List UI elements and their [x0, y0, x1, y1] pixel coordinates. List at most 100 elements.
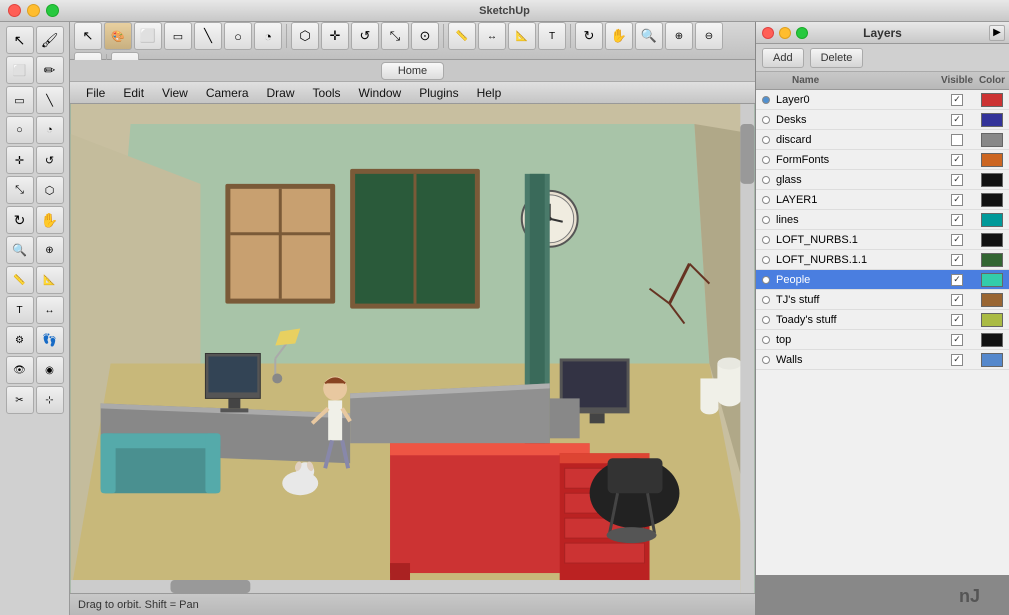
line-btn[interactable]: ╲ — [194, 22, 222, 50]
menu-item-edit[interactable]: Edit — [115, 84, 152, 102]
tape-btn[interactable]: 📏 — [448, 22, 476, 50]
line-tool[interactable]: ╲ — [36, 86, 64, 114]
menu-item-tools[interactable]: Tools — [305, 84, 349, 102]
layer-row[interactable]: Desks — [756, 110, 1009, 130]
layer-visible-checkbox[interactable] — [937, 214, 977, 226]
move-tool[interactable]: ✛ — [6, 146, 34, 174]
rect-btn[interactable]: ▭ — [164, 22, 192, 50]
axes-tool[interactable]: ⊹ — [36, 386, 64, 414]
layer-visible-checkbox[interactable] — [937, 314, 977, 326]
layer-visible-checkbox[interactable] — [937, 134, 977, 146]
pan-btn[interactable]: ✋ — [605, 22, 633, 50]
walk-tool[interactable]: 👣 — [36, 326, 64, 354]
layer-row[interactable]: top — [756, 330, 1009, 350]
layer-color-swatch[interactable] — [981, 193, 1003, 207]
push-pull-tool[interactable]: ⬡ — [36, 176, 64, 204]
layer-row[interactable]: discard — [756, 130, 1009, 150]
orbit-btn[interactable]: ↻ — [575, 22, 603, 50]
scale-btn[interactable]: ⤡ — [381, 22, 409, 50]
menu-item-view[interactable]: View — [154, 84, 196, 102]
arc-tool[interactable]: ◔ — [36, 116, 64, 144]
look-around-tool[interactable]: ◉ — [36, 356, 64, 384]
dim-btn[interactable]: ↔ — [478, 22, 506, 50]
layers-delete-button[interactable]: Delete — [810, 48, 864, 68]
rotate-btn[interactable]: ↺ — [351, 22, 379, 50]
paint-tool[interactable]: 🖌 — [36, 26, 64, 54]
eraser-btn[interactable]: ⬜ — [134, 22, 162, 50]
layer-color-swatch[interactable] — [981, 233, 1003, 247]
layer-visible-checkbox[interactable] — [937, 194, 977, 206]
layer-visible-checkbox[interactable] — [937, 294, 977, 306]
offset-btn[interactable]: ⊙ — [411, 22, 439, 50]
menu-item-window[interactable]: Window — [351, 84, 410, 102]
push-pull-btn[interactable]: ⬡ — [291, 22, 319, 50]
dimension-tool[interactable]: ↔ — [36, 296, 64, 324]
zoom-tool[interactable]: 🔍 — [6, 236, 34, 264]
rectangle-tool[interactable]: ▭ — [6, 86, 34, 114]
pencil-tool[interactable]: ✏ — [36, 56, 64, 84]
move-btn[interactable]: ✛ — [321, 22, 349, 50]
layers-close[interactable] — [762, 27, 774, 39]
scale-tool[interactable]: ⤡ — [6, 176, 34, 204]
layer-color-swatch[interactable] — [981, 213, 1003, 227]
layer-row[interactable]: Walls — [756, 350, 1009, 370]
text-tool[interactable]: T — [6, 296, 34, 324]
orbit-tool[interactable]: ↻ — [6, 206, 34, 234]
pan-tool[interactable]: ✋ — [36, 206, 64, 234]
layer-row[interactable]: lines — [756, 210, 1009, 230]
menu-item-help[interactable]: Help — [469, 84, 510, 102]
section-tool[interactable]: ✂ — [6, 386, 34, 414]
minimize-button[interactable] — [27, 4, 40, 17]
layer-visible-checkbox[interactable] — [937, 354, 977, 366]
layer-visible-checkbox[interactable] — [937, 114, 977, 126]
layer-color-swatch[interactable] — [981, 293, 1003, 307]
menu-item-camera[interactable]: Camera — [198, 84, 257, 102]
layer-row[interactable]: LAYER1 — [756, 190, 1009, 210]
menu-item-plugins[interactable]: Plugins — [411, 84, 466, 102]
layer-visible-checkbox[interactable] — [937, 154, 977, 166]
components-tool[interactable]: ⚙ — [6, 326, 34, 354]
layer-color-swatch[interactable] — [981, 133, 1003, 147]
layer-row[interactable]: Layer0 — [756, 90, 1009, 110]
zoom-ext-btn[interactable]: ⊕ — [665, 22, 693, 50]
zoom-btn[interactable]: 🔍 — [635, 22, 663, 50]
3d-viewport[interactable] — [70, 104, 755, 593]
arc-btn[interactable]: ◔ — [254, 22, 282, 50]
layer-row[interactable]: LOFT_NURBS.1 — [756, 230, 1009, 250]
circle-tool[interactable]: ○ — [6, 116, 34, 144]
layers-add-button[interactable]: Add — [762, 48, 804, 68]
layer-visible-checkbox[interactable] — [937, 274, 977, 286]
layer-color-swatch[interactable] — [981, 113, 1003, 127]
layer-row[interactable]: TJ's stuff — [756, 290, 1009, 310]
maximize-button[interactable] — [46, 4, 59, 17]
protractor-tool[interactable]: 📐 — [36, 266, 64, 294]
layer-row[interactable]: glass — [756, 170, 1009, 190]
tape-tool[interactable]: 📏 — [6, 266, 34, 294]
select-tool-btn[interactable]: ↖ — [74, 22, 102, 50]
layers-minimize[interactable] — [779, 27, 791, 39]
layer-visible-checkbox[interactable] — [937, 234, 977, 246]
eraser-tool[interactable]: ⬜ — [6, 56, 34, 84]
layer-visible-checkbox[interactable] — [937, 94, 977, 106]
home-button[interactable]: Home — [381, 62, 444, 80]
rotate-tool[interactable]: ↺ — [36, 146, 64, 174]
layer-color-swatch[interactable] — [981, 93, 1003, 107]
layers-expand-btn[interactable]: ▶ — [989, 25, 1005, 41]
layer-visible-checkbox[interactable] — [937, 334, 977, 346]
layer-color-swatch[interactable] — [981, 273, 1003, 287]
layer-row[interactable]: People — [756, 270, 1009, 290]
zoom-ext-tool[interactable]: ⊕ — [36, 236, 64, 264]
layer-color-swatch[interactable] — [981, 173, 1003, 187]
paint-bucket-btn[interactable]: 🎨 — [104, 22, 132, 50]
layer-visible-checkbox[interactable] — [937, 174, 977, 186]
layers-zoom[interactable] — [796, 27, 808, 39]
select-tool[interactable]: ↖ — [6, 26, 34, 54]
layer-color-swatch[interactable] — [981, 333, 1003, 347]
layer-color-swatch[interactable] — [981, 353, 1003, 367]
layer-row[interactable]: Toady's stuff — [756, 310, 1009, 330]
layer-color-swatch[interactable] — [981, 253, 1003, 267]
menu-item-file[interactable]: File — [78, 84, 113, 102]
layer-row[interactable]: FormFonts — [756, 150, 1009, 170]
text-btn[interactable]: T — [538, 22, 566, 50]
layer-color-swatch[interactable] — [981, 153, 1003, 167]
